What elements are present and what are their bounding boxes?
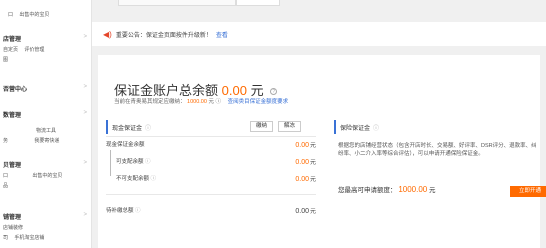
sidebar-group-1: 店管理 > 自定页 评价管理 图 — [3, 34, 87, 63]
notice-link[interactable]: 查看 — [216, 30, 228, 39]
row-label: 待补缴总额 — [106, 208, 134, 214]
quota-line: 您最高可申请额度： 1000.00 元 — [338, 184, 436, 194]
total-amount: 0.00 — [221, 83, 247, 98]
open-now-button[interactable]: 立即开通 — [510, 186, 546, 197]
speaker-icon: ◀) — [103, 29, 112, 39]
chevron-right-icon: > — [83, 84, 87, 90]
sidebar-link[interactable]: 手机淘宝店铺 — [14, 235, 44, 241]
sidebar: 口 出售中的宝贝 店管理 > 自定页 评价管理 图 否营中心 > 数管理 > 物流工具… — [0, 0, 92, 248]
available-balance-row: 可支配余额 ⓘ 0.00元 — [106, 157, 316, 166]
sidebar-link[interactable]: 店铺装修 — [3, 225, 23, 231]
row-value: 0.00 — [295, 142, 309, 149]
amount-unit: 元 — [250, 83, 264, 98]
chevron-right-icon: > — [83, 212, 87, 218]
sidebar-link[interactable]: 务 — [3, 138, 8, 144]
sidebar-link[interactable]: 出售中的宝贝 — [32, 173, 62, 179]
sidebar-group-title: 贝管理 — [3, 163, 22, 169]
main-panel: 保证金账户总余额 0.00 元 ? 当前在青奥易其规定应缴纳： 1000.00 … — [98, 55, 546, 248]
help-icon[interactable]: ⓘ — [151, 176, 157, 182]
help-icon[interactable]: ? — [270, 88, 278, 96]
pay-button[interactable]: 缴纳 — [250, 121, 274, 132]
tab-previous[interactable] — [118, 0, 236, 6]
row-label: 可支配余额 — [116, 159, 144, 165]
sidebar-group-5: 铺管理 > 店铺装修 司 手机淘宝店铺 — [3, 212, 87, 241]
insurance-deposit-title: 保险保证金 — [340, 125, 371, 132]
row-label: 不可支配余额 — [116, 176, 150, 182]
unfreeze-button[interactable]: 解冻 — [278, 121, 302, 132]
sidebar-group-title: 店管理 — [3, 37, 22, 43]
chevron-right-icon: > — [83, 34, 87, 40]
help-icon[interactable]: ⓘ — [216, 99, 222, 105]
sidebar-link[interactable]: 我要寄快递 — [34, 138, 59, 144]
sidebar-link[interactable]: 物流工具 — [36, 128, 56, 134]
chevron-right-icon: > — [83, 110, 87, 116]
row-unit: 元 — [309, 160, 316, 166]
category-requirements-link[interactable]: 查阅类目保证金额度要求 — [228, 99, 289, 105]
quota-value: 1000.00 — [398, 185, 428, 194]
sidebar-group-0: 口 出售中的宝贝 — [3, 8, 87, 18]
row-unit: 元 — [309, 177, 316, 183]
row-value: 0.00 — [295, 176, 309, 183]
sidebar-link[interactable]: 口 — [3, 173, 8, 179]
title-text: 保证金账户总余额 — [114, 83, 219, 98]
divider — [106, 194, 316, 195]
help-icon[interactable]: ⓘ — [135, 208, 141, 214]
sidebar-group-3: 数管理 > 物流工具 务 我要寄快递 — [3, 110, 87, 144]
row-value: 0.00 — [295, 159, 309, 166]
cash-balance-row: 现金保证金余额 0.00元 — [106, 140, 316, 149]
cash-deposit-card: 现金保证金 ⓘ 缴纳 解冻 现金保证金余额 0.00元 可支配余额 ⓘ 0.00… — [106, 120, 316, 215]
notice-bar: ◀) 重要公告：保证金页面按件升级新！ 查看 — [92, 22, 546, 46]
sidebar-group-4: 贝管理 > 口 出售中的宝贝 品 — [3, 160, 87, 189]
sidebar-link[interactable]: 品 — [3, 183, 8, 189]
sidebar-group-title: 铺管理 — [3, 215, 22, 221]
help-icon[interactable]: ⓘ — [373, 123, 379, 132]
row-label: 现金保证金余额 — [106, 142, 145, 148]
required-amount: 1000.00 — [187, 99, 207, 105]
sidebar-link[interactable]: 口 — [8, 12, 13, 18]
subline-text: 当前在青奥易其规定应缴纳： — [114, 99, 186, 105]
sidebar-link[interactable]: 出售中的宝贝 — [19, 12, 49, 18]
row-unit: 元 — [309, 209, 316, 215]
sidebar-link[interactable]: 图 — [3, 57, 8, 63]
tab-active[interactable] — [236, 0, 280, 6]
quota-unit: 元 — [429, 187, 436, 194]
insurance-description: 根据您的店铺经营状态（包含开店时长、交易额、好评率、DSR评分、退款率、纠纷率、… — [338, 143, 537, 157]
sidebar-group-2: 否营中心 > — [3, 84, 87, 93]
sidebar-group-title: 否营中心 — [3, 87, 28, 93]
required-deposit-line: 当前在青奥易其规定应缴纳： 1000.00 元 ⓘ 查阅类目保证金额度要求 — [114, 97, 288, 105]
help-icon[interactable]: ⓘ — [145, 159, 151, 165]
cash-deposit-title: 现金保证金 — [112, 125, 143, 132]
sidebar-link[interactable]: 自定页 — [3, 47, 18, 53]
sidebar-link[interactable]: 司 — [3, 235, 8, 241]
subline-unit: 元 — [208, 99, 214, 105]
notice-text: 重要公告：保证金页面按件升级新！ — [115, 32, 212, 39]
help-icon[interactable]: ⓘ — [145, 123, 151, 132]
row-unit: 元 — [309, 143, 316, 149]
quota-label: 您最高可申请额度： — [338, 187, 397, 194]
divider — [106, 136, 316, 137]
row-value: 0.00 — [295, 208, 309, 215]
chevron-right-icon: > — [83, 160, 87, 166]
sidebar-group-title: 数管理 — [3, 113, 22, 119]
unavailable-balance-row: 不可支配余额 ⓘ 0.00元 — [106, 174, 316, 183]
pending-total-row: 待补缴总额 ⓘ 0.00元 — [106, 206, 316, 215]
insurance-deposit-card: 保险保证金 ⓘ 根据您的店铺经营状态（包含开店时长、交易额、好评率、DSR评分、… — [334, 120, 540, 194]
sidebar-link[interactable]: 评价管理 — [24, 47, 44, 53]
